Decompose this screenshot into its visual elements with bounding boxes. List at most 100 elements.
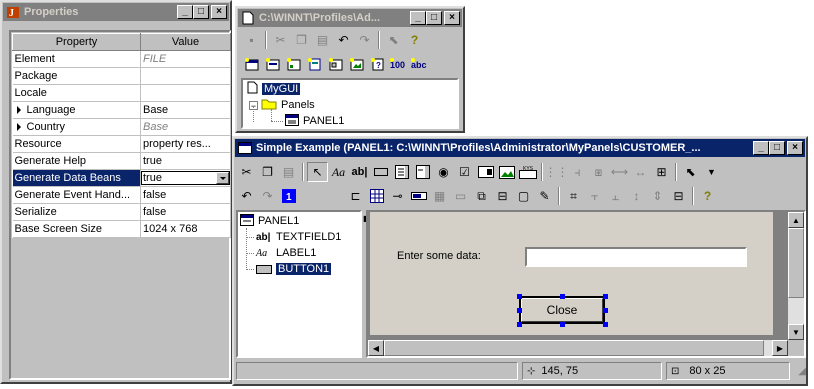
image-tool-icon[interactable] — [496, 162, 517, 182]
property-row[interactable]: Resource property res... — [12, 135, 231, 153]
minimize-button[interactable]: _ — [410, 11, 426, 25]
new-help-document-icon[interactable]: ? — [367, 54, 388, 74]
text-field-tool-icon[interactable]: ab| — [349, 162, 370, 182]
button-tool-icon[interactable] — [370, 162, 391, 182]
pointer-help-icon[interactable]: ⬉ — [383, 30, 404, 50]
split-pane-tool-icon[interactable]: ⊟ — [492, 186, 513, 206]
new-toolbar-icon[interactable] — [283, 54, 304, 74]
checkbox-tool-icon[interactable]: ☑ — [454, 162, 475, 182]
radio-button-tool-icon[interactable]: ◉ — [433, 162, 454, 182]
label-tool-icon[interactable]: Aa — [328, 162, 349, 182]
cut-icon[interactable]: ✂ — [270, 30, 291, 50]
undo-icon[interactable]: ↶ — [236, 186, 257, 206]
undo-icon[interactable]: ↶ — [333, 30, 354, 50]
selection-handle[interactable] — [560, 294, 565, 299]
column-header-value[interactable]: Value — [140, 33, 231, 51]
panel-text-field[interactable] — [525, 247, 747, 267]
property-row[interactable]: Generate Data Beans true — [12, 169, 231, 187]
copy-icon[interactable]: ❐ — [291, 30, 312, 50]
java-app-icon[interactable]: J — [6, 5, 20, 19]
file-window-titlebar[interactable]: C:\WINNT\Profiles\Ad... _ □ × — [238, 9, 462, 27]
property-name[interactable]: Language — [12, 101, 141, 119]
paste-icon[interactable]: ▤ — [278, 162, 299, 182]
new-string-table-icon[interactable]: 100 — [388, 54, 409, 74]
property-row[interactable]: Serialize false — [12, 203, 231, 221]
scroll-down-icon[interactable]: ▼ — [788, 324, 804, 340]
minimize-button[interactable]: _ — [177, 5, 193, 19]
save-icon[interactable]: ▪ — [241, 30, 262, 50]
property-row[interactable]: Country Base — [12, 118, 231, 136]
maximize-button[interactable]: □ — [426, 11, 442, 25]
copy-icon[interactable]: ❐ — [257, 162, 278, 182]
same-height-icon[interactable]: ↕ — [626, 186, 647, 206]
property-row[interactable]: Generate Help true — [12, 152, 231, 170]
horizontal-scrollbar[interactable]: ◀ ▶ — [368, 340, 788, 356]
selection-handle[interactable] — [603, 322, 608, 327]
property-name[interactable]: Serialize — [12, 203, 141, 221]
tab-order-icon[interactable]: 1 — [278, 186, 299, 206]
scroll-right-icon[interactable]: ▶ — [772, 340, 788, 356]
center-vertical-icon[interactable]: ⊟ — [668, 186, 689, 206]
property-name[interactable]: Locale — [12, 84, 141, 102]
close-button[interactable]: × — [787, 141, 803, 155]
dropdown-arrow-icon[interactable] — [216, 172, 229, 184]
property-name[interactable]: Element — [12, 50, 141, 68]
new-image-icon[interactable] — [346, 54, 367, 74]
property-value[interactable] — [140, 67, 231, 85]
property-name[interactable]: Resource — [12, 135, 141, 153]
property-row[interactable]: Package — [12, 67, 231, 85]
property-row[interactable]: Generate Event Hand... false — [12, 186, 231, 204]
align-bottom-icon[interactable]: ⫠ — [605, 186, 626, 206]
combo-tool-icon[interactable] — [412, 162, 433, 182]
expand-arrow-icon[interactable] — [16, 123, 21, 132]
center-horizontal-icon[interactable]: ⊞ — [651, 162, 672, 182]
property-name[interactable]: Package — [12, 67, 141, 85]
chevron-down-icon[interactable]: ▼ — [701, 162, 722, 182]
property-name[interactable]: Generate Event Hand... — [12, 186, 141, 204]
property-value[interactable]: Base — [140, 101, 231, 119]
redo-icon[interactable]: ↷ — [354, 30, 375, 50]
property-name[interactable]: Generate Data Beans — [12, 169, 141, 187]
tree-item[interactable]: Aa LABEL1 — [246, 245, 316, 261]
property-row[interactable]: Language Base — [12, 101, 231, 119]
list-tool-icon[interactable] — [391, 162, 412, 182]
new-wizard-icon[interactable] — [325, 54, 346, 74]
selection-handle[interactable] — [517, 308, 522, 313]
expand-arrow-icon[interactable] — [16, 106, 21, 115]
property-value[interactable]: true — [140, 169, 231, 187]
properties-titlebar[interactable]: J Properties _ □ × — [3, 3, 229, 21]
spinner-tool-icon[interactable]: KYS — [517, 162, 538, 182]
panel-icon[interactable] — [238, 141, 252, 155]
new-menu-icon[interactable] — [262, 54, 283, 74]
property-name[interactable]: Generate Help — [12, 152, 141, 170]
slider-tool-icon[interactable]: ⊸ — [387, 186, 408, 206]
document-icon[interactable] — [241, 11, 255, 25]
selection-handle[interactable] — [603, 308, 608, 313]
tree-item-panel[interactable]: PANEL1 — [285, 113, 344, 129]
property-value[interactable]: 1024 x 768 — [140, 220, 231, 238]
property-name[interactable]: Base Screen Size — [12, 220, 141, 238]
maximize-button[interactable]: □ — [193, 5, 209, 19]
vertical-scrollbar[interactable]: ▲ ▼ — [788, 212, 804, 340]
property-name[interactable]: Country — [12, 118, 141, 136]
tree-item-folder[interactable]: − Panels — [249, 97, 315, 113]
minimize-button[interactable]: _ — [753, 141, 769, 155]
same-width-icon[interactable]: ⟷ — [609, 162, 630, 182]
pointer-help-icon[interactable]: ⬉ — [680, 162, 701, 182]
new-property-sheet-icon[interactable] — [304, 54, 325, 74]
cut-icon[interactable]: ✂ — [236, 162, 257, 182]
selection-handle[interactable] — [517, 322, 522, 327]
custom-tool-icon[interactable]: ✎ — [534, 186, 555, 206]
new-mnemonic-icon[interactable]: abc — [409, 54, 430, 74]
property-value-dropdown[interactable]: true — [141, 171, 230, 185]
vertical-scroll-thumb[interactable] — [788, 228, 804, 298]
selection-handle[interactable] — [560, 322, 565, 327]
deck-pane-tool-icon[interactable]: ▢ — [513, 186, 534, 206]
column-header-property[interactable]: Property — [12, 33, 141, 51]
selection-handle[interactable] — [517, 294, 522, 299]
property-value[interactable]: false — [140, 203, 231, 221]
progress-tool-icon[interactable] — [408, 186, 429, 206]
space-horizontal-icon[interactable]: ↔ — [630, 162, 651, 182]
help-icon[interactable]: ? — [404, 30, 425, 50]
align-left-icon[interactable]: ⫞ — [567, 162, 588, 182]
